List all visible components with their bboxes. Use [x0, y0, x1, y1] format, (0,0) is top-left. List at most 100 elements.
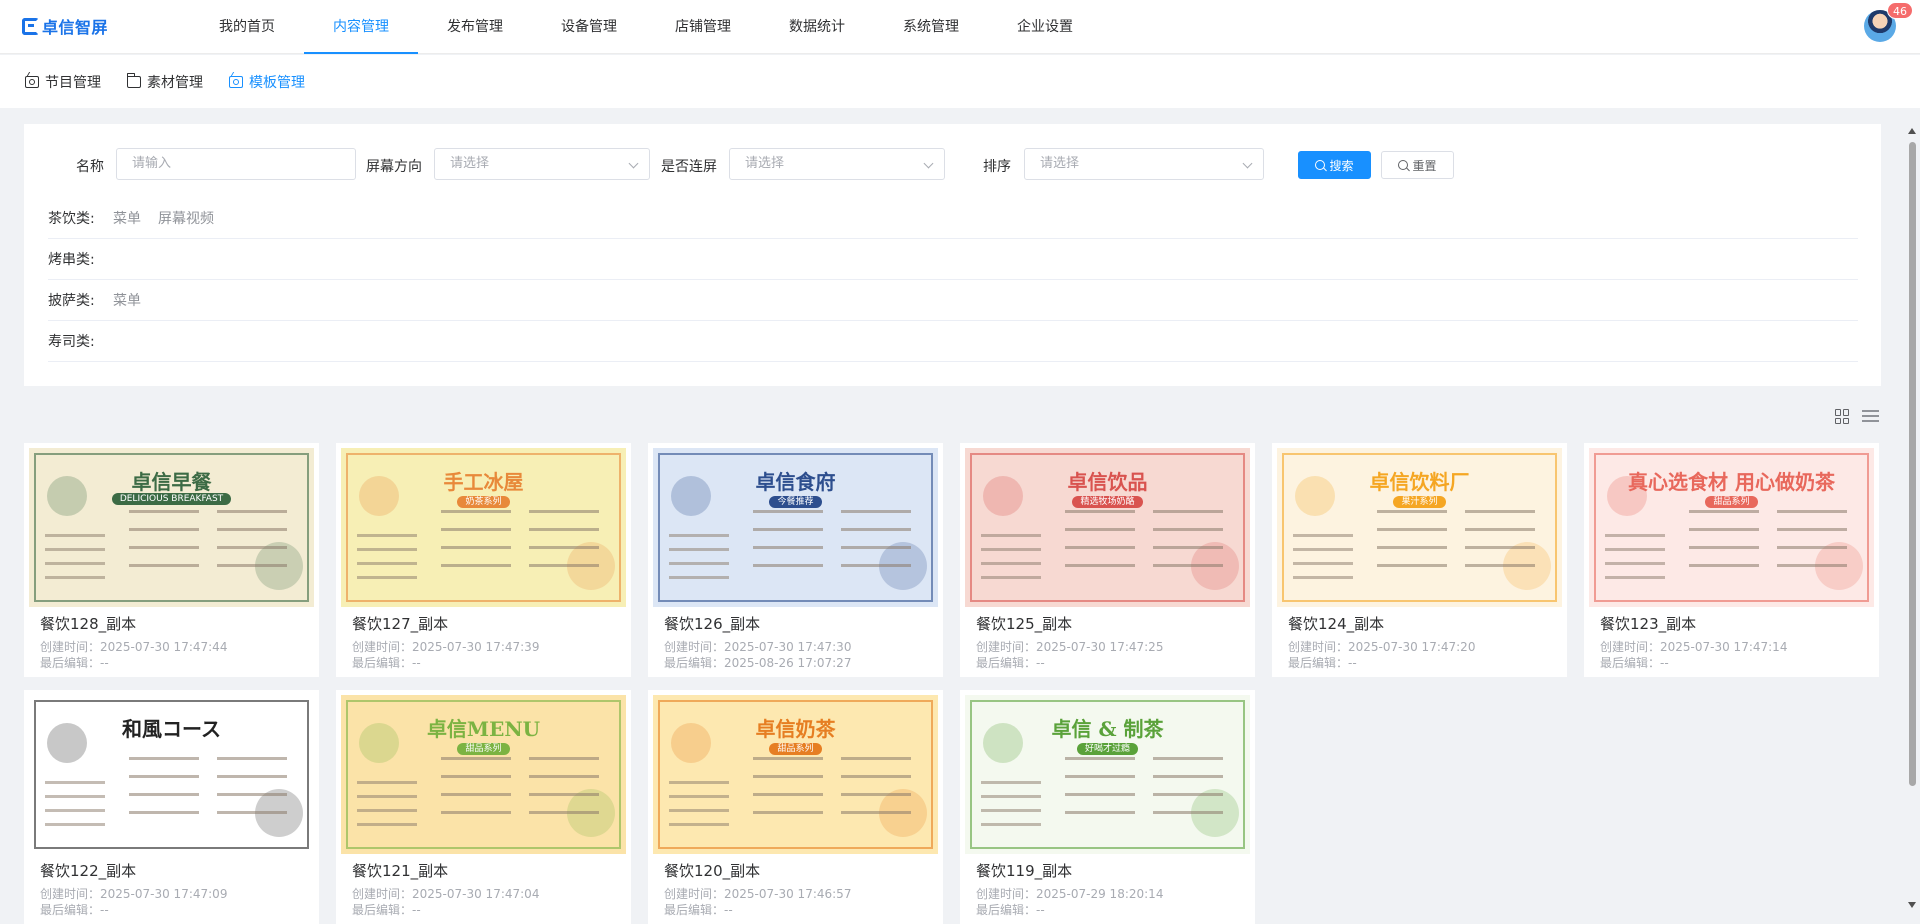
category-tag[interactable]: 菜单 [113, 208, 141, 228]
thumbnail-heading: 卓信饮料厂 [1369, 470, 1470, 494]
category-tag[interactable]: 菜单 [113, 290, 141, 310]
template-card[interactable]: 卓信饮料厂 果汁系列餐饮124_副本创建时间：2025-07-30 17:47:2… [1272, 443, 1567, 677]
template-created-time: 创建时间：2025-07-30 17:47:14 [1600, 640, 1788, 654]
nav-content-management[interactable]: 内容管理 [304, 0, 418, 54]
template-card[interactable]: 卓信早餐 DELICIOUS BREAKFAST 餐饮128_副本 创建时间：2025… [24, 443, 319, 677]
template-created-time: 创建时间：2025-07-29 18:20:14 [976, 887, 1164, 901]
chevron-down-icon [628, 158, 639, 169]
orientation-select[interactable]: 请选择 [434, 148, 650, 180]
folder-icon [126, 72, 141, 88]
top-navbar: 卓信智屏 我的首页 内容管理 发布管理 设备管理 店铺管理 数据统计 系统管理 … [0, 0, 1920, 54]
sort-select[interactable]: 请选择 [1024, 148, 1264, 180]
thumbnail-subheading: 奶茶系列 [341, 494, 626, 508]
thumbnail-heading: 卓信食府 [755, 470, 836, 494]
template-created-time: 创建时间：2025-07-30 17:47:39 [352, 640, 540, 654]
template-last-edited: 最后编辑：-- [40, 903, 109, 917]
template-title: 餐饮125_副本 [976, 615, 1073, 633]
template-thumbnail: 真心选食材 用心做奶茶 甜品系列 [1589, 448, 1874, 607]
main-nav: 我的首页 内容管理 发布管理 设备管理 店铺管理 数据统计 系统管理 企业设置 [190, 0, 1102, 54]
template-thumbnail: 卓信奶茶 甜品系列 [653, 695, 938, 854]
nav-system-management[interactable]: 系统管理 [874, 0, 988, 54]
search-icon [1398, 160, 1409, 170]
template-card[interactable]: 手工冰屋 奶茶系列 餐饮127_副本 创建时间：2025-07-30 17:47:39… [336, 443, 631, 677]
sub-navbar: 节目管理 素材管理 模板管理 [0, 55, 1920, 108]
app-logo[interactable]: 卓信智屏 [22, 14, 108, 38]
subnav-label: 素材管理 [147, 74, 203, 91]
template-thumbnail: 手工冰屋 奶茶系列 [341, 448, 626, 607]
template-card[interactable]: 卓信MENU 甜品系列餐饮121_副本创建时间：2025-07-30 17:47:… [336, 690, 631, 924]
template-card[interactable]: 真心选食材 用心做奶茶 甜品系列餐饮123_副本创建时间：2025-07-30 1… [1584, 443, 1879, 677]
category-name: 烤串类: [48, 252, 95, 268]
nav-enterprise-settings[interactable]: 企业设置 [988, 0, 1102, 54]
nav-data-statistics[interactable]: 数据统计 [760, 0, 874, 54]
template-last-edited: 最后编辑：-- [664, 903, 733, 917]
template-card[interactable]: 卓信奶茶 甜品系列餐饮120_副本创建时间：2025-07-30 17:46:57… [648, 690, 943, 924]
nav-store-management[interactable]: 店铺管理 [646, 0, 760, 54]
subnav-material-management[interactable]: 素材管理 [126, 72, 203, 92]
thumbnail-subheading: 甜品系列 [341, 741, 626, 755]
template-last-edited: 最后编辑：-- [1600, 656, 1669, 670]
thumbnail-subheading: 甜品系列 [1589, 494, 1874, 508]
template-last-edited: 最后编辑：-- [976, 656, 1045, 670]
template-created-time: 创建时间：2025-07-30 17:47:04 [352, 887, 540, 901]
linked-select[interactable]: 请选择 [729, 148, 945, 180]
linked-placeholder: 请选择 [745, 156, 785, 171]
search-button-label: 搜索 [1329, 158, 1354, 173]
reset-button[interactable]: 重置 [1381, 151, 1454, 179]
logo-text: 卓信智屏 [42, 18, 109, 37]
template-thumbnail: 卓信饮料厂 果汁系列 [1277, 448, 1562, 607]
list-view-icon[interactable] [1862, 409, 1879, 424]
nav-device-management[interactable]: 设备管理 [532, 0, 646, 54]
template-title: 餐饮124_副本 [1288, 615, 1385, 633]
logo-icon [22, 17, 39, 35]
sort-placeholder: 请选择 [1040, 156, 1080, 171]
subnav-template-management[interactable]: 模板管理 [229, 72, 305, 92]
template-card[interactable]: 和風コース 餐饮122_副本 创建时间：2025-07-30 17:47:09 最后编… [24, 690, 319, 924]
thumbnail-heading: 和風コース [122, 717, 221, 741]
grid-view-icon[interactable] [1835, 409, 1850, 424]
template-thumbnail: 和風コース [29, 695, 314, 854]
chevron-down-icon [1242, 158, 1253, 169]
template-card[interactable]: 卓信饮品 精选牧场奶酪餐饮125_副本创建时间：2025-07-30 17:47:… [960, 443, 1255, 677]
subnav-label: 节目管理 [45, 74, 101, 91]
scrollbar-thumb[interactable] [1909, 142, 1916, 786]
scroll-up-arrow-icon[interactable] [1908, 128, 1916, 134]
thumbnail-heading: 卓信 & 制茶 [1051, 717, 1164, 741]
orientation-filter-label: 屏幕方向 [366, 159, 422, 175]
search-button[interactable]: 搜索 [1298, 151, 1371, 179]
category-row-bbq: 烤串类: [48, 239, 1858, 280]
template-created-time: 创建时间：2025-07-30 17:47:20 [1288, 640, 1476, 654]
subnav-label: 模板管理 [249, 74, 305, 91]
subnav-program-management[interactable]: 节目管理 [25, 72, 101, 92]
template-created-time: 创建时间：2025-07-30 17:46:57 [664, 887, 852, 901]
template-title: 餐饮120_副本 [664, 862, 761, 880]
template-card[interactable]: 卓信 & 制茶 好喝才过瘾 餐饮119_副本 创建时间：2025-07-29 18:2… [960, 690, 1255, 924]
nav-home[interactable]: 我的首页 [190, 0, 304, 54]
reset-button-label: 重置 [1412, 158, 1437, 173]
tv-icon [25, 75, 39, 88]
thumbnail-heading: 卓信奶茶 [755, 717, 836, 741]
nav-publish-management[interactable]: 发布管理 [418, 0, 532, 54]
filter-panel: 名称 请输入 屏幕方向 请选择 是否连屏 请选择 排序 请选择 搜索 重置 茶饮… [24, 124, 1881, 386]
template-created-time: 创建时间：2025-07-30 17:47:44 [40, 640, 228, 654]
template-thumbnail: 卓信 & 制茶 好喝才过瘾 [965, 695, 1250, 854]
template-thumbnail: 卓信食府 今餐推荐 [653, 448, 938, 607]
category-row-pizza: 披萨类: 菜单 [48, 280, 1858, 321]
category-name: 寿司类: [48, 334, 95, 350]
template-title: 餐饮121_副本 [352, 862, 449, 880]
thumbnail-subheading: DELICIOUS BREAKFAST [29, 493, 314, 505]
category-tag[interactable]: 屏幕视频 [158, 208, 214, 228]
template-created-time: 创建时间：2025-07-30 17:47:25 [976, 640, 1164, 654]
content-subnav: 节目管理 素材管理 模板管理 [25, 55, 305, 108]
scroll-down-arrow-icon[interactable] [1908, 902, 1916, 908]
thumbnail-subheading: 果汁系列 [1277, 494, 1562, 508]
template-title: 餐饮123_副本 [1600, 615, 1697, 633]
name-filter-label: 名称 [76, 159, 104, 175]
template-last-edited: 最后编辑：-- [352, 903, 421, 917]
template-thumbnail: 卓信饮品 精选牧场奶酪 [965, 448, 1250, 607]
name-input[interactable]: 请输入 [116, 148, 356, 180]
category-name: 茶饮类: [48, 211, 95, 227]
template-thumbnail: 卓信MENU 甜品系列 [341, 695, 626, 854]
template-card[interactable]: 卓信食府 今餐推荐 餐饮126_副本 创建时间：2025-07-30 17:47:30… [648, 443, 943, 677]
template-title: 餐饮122_副本 [40, 862, 137, 880]
